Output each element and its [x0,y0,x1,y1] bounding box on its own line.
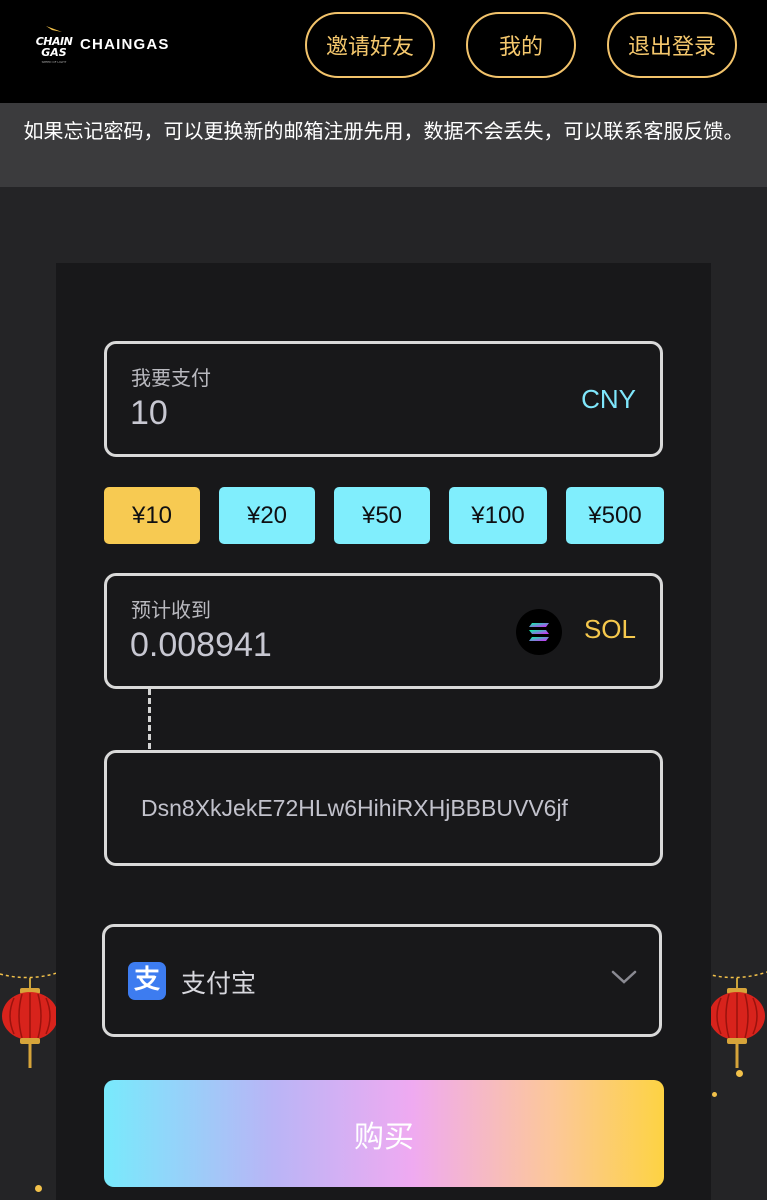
purchase-card: 我要支付 CNY ¥10 ¥20 ¥50 ¥100 ¥500 预计收到 0.00… [56,263,711,1200]
chevron-down-icon [611,970,637,984]
quick-amount-100-button[interactable]: ¥100 [449,487,547,544]
lantern-left-icon [0,971,60,1068]
buy-button[interactable]: 购买 [104,1080,664,1187]
wallet-address-value[interactable]: Dsn8XkJekE72HLw6HihiRXHjBBBUVV6jf [141,795,641,822]
quick-amount-10-button[interactable]: ¥10 [104,487,200,544]
pay-amount-label: 我要支付 [131,366,211,390]
lantern-right-icon [707,971,767,1068]
pay-amount-field[interactable]: 我要支付 CNY [104,341,663,457]
payment-method-select[interactable]: 支 支付宝 [102,924,662,1037]
pay-amount-input[interactable] [130,394,460,433]
quick-amount-50-button[interactable]: ¥50 [334,487,430,544]
quick-amount-group: ¥10 ¥20 ¥50 ¥100 ¥500 [104,487,664,544]
chaingas-logo[interactable]: CHAIN GAS SPEED OF LIGHT CHAINGAS [34,22,184,68]
payment-method-label: 支付宝 [181,969,257,998]
chaingas-logo-mark: CHAIN GAS SPEED OF LIGHT [34,22,74,68]
receive-currency: SOL [583,614,636,644]
connector-line [148,689,151,749]
logo-gas-text: GAS [41,46,67,59]
page: CHAIN GAS SPEED OF LIGHT CHAINGAS 邀请好友 我… [0,0,767,1200]
alipay-icon: 支 [128,962,166,1000]
quick-amount-20-button[interactable]: ¥20 [219,487,315,544]
invite-friends-button[interactable]: 邀请好友 [305,12,435,78]
logout-button[interactable]: 退出登录 [607,12,737,78]
my-account-button[interactable]: 我的 [466,12,576,78]
receive-amount-field: 预计收到 0.008941 SOL [104,573,663,689]
quick-amount-500-button[interactable]: ¥500 [566,487,664,544]
wallet-address-field[interactable]: Dsn8XkJekE72HLw6HihiRXHjBBBUVV6jf [104,750,663,866]
receive-amount-value: 0.008941 [130,626,272,664]
pay-currency: CNY [581,384,636,414]
receive-amount-label: 预计收到 [131,598,211,622]
sparkle-dot [35,1185,42,1192]
wing-icon [46,26,62,32]
brand-name: CHAINGAS [80,36,170,53]
solana-icon [516,609,562,655]
sparkle-dot [712,1092,717,1097]
sparkle-dot [736,1070,743,1077]
notice-banner: 如果忘记密码，可以更换新的邮箱注册先用，数据不会丢失，可以联系客服反馈。 [0,103,767,187]
top-bar: CHAIN GAS SPEED OF LIGHT CHAINGAS 邀请好友 我… [0,0,767,103]
logo-tagline: SPEED OF LIGHT [41,60,67,64]
